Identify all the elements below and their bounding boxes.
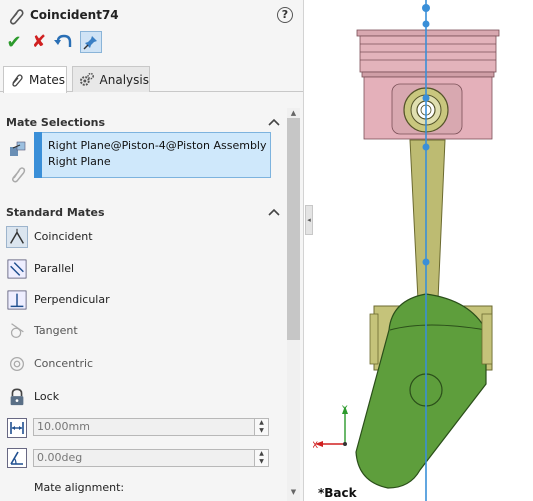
scroll-down-arrow[interactable]: ▼: [287, 487, 300, 497]
selection-item[interactable]: Right Plane: [48, 155, 111, 168]
view-orientation-label: *Back: [318, 486, 357, 500]
scroll-up-arrow[interactable]: ▲: [287, 108, 300, 118]
mate-label: Lock: [34, 390, 60, 403]
parallel-icon: [7, 259, 27, 279]
panel-collapse-handle[interactable]: ◂: [305, 205, 313, 235]
pin-button[interactable]: [80, 31, 102, 53]
angle-icon[interactable]: [7, 448, 27, 468]
mate-option-tangent[interactable]: Tangent: [6, 320, 266, 342]
mate-selection-icon: [10, 141, 26, 156]
distance-spinner[interactable]: ▲ ▼: [254, 419, 268, 435]
mate-option-parallel[interactable]: Parallel: [6, 258, 266, 280]
mate-label: Parallel: [34, 262, 75, 275]
paperclip-icon: [12, 74, 23, 87]
standard-mates-heading: Standard Mates: [6, 206, 105, 219]
concentric-icon: [10, 357, 24, 371]
tab-mates[interactable]: Mates: [3, 66, 67, 93]
page-title: Coincident74: [30, 8, 119, 22]
property-manager-panel: Coincident74 ? ✔ ✘ Mates Analysis Mate S…: [0, 0, 304, 501]
chevron-up-icon[interactable]: [268, 207, 280, 217]
distance-input[interactable]: 10.00mm ▲ ▼: [33, 418, 269, 436]
mate-label: Perpendicular: [34, 293, 110, 306]
mate-option-perpendicular[interactable]: Perpendicular: [6, 289, 266, 311]
scrollbar-thumb[interactable]: [287, 118, 300, 340]
piston-ring-land: [359, 35, 497, 73]
angle-spinner[interactable]: ▲ ▼: [254, 450, 268, 466]
chevron-up-icon[interactable]: [268, 117, 280, 127]
connecting-rod: [409, 139, 446, 301]
selection-accent-bar: [34, 132, 42, 178]
distance-icon[interactable]: [7, 418, 27, 438]
title-row: Coincident74 ?: [0, 0, 303, 30]
mate-option-concentric[interactable]: Concentric: [6, 353, 266, 375]
angle-input[interactable]: 0.00deg ▲ ▼: [33, 449, 269, 467]
cancel-button[interactable]: ✘: [28, 31, 50, 53]
mate-label: Tangent: [34, 324, 78, 337]
selection-item[interactable]: Right Plane@Piston-4@Piston Assembly: [48, 139, 267, 152]
tab-analysis[interactable]: Analysis: [72, 66, 150, 92]
lock-icon: [10, 388, 24, 406]
help-icon[interactable]: ?: [277, 7, 293, 23]
mate-option-coincident[interactable]: Coincident: [6, 226, 266, 248]
undo-button[interactable]: [53, 31, 75, 53]
axis-x-label: X: [313, 441, 318, 451]
plane-handle[interactable]: [422, 4, 430, 12]
mate-option-lock[interactable]: Lock: [6, 386, 266, 408]
tab-analysis-label: Analysis: [99, 72, 149, 87]
paperclip-gray-icon: [12, 167, 26, 183]
action-toolbar: ✔ ✘: [0, 31, 303, 57]
mate-label: Coincident: [34, 230, 93, 243]
mate-property-manager-window: Coincident74 ? ✔ ✘ Mates Analysis Mate S…: [0, 0, 533, 501]
graphics-area[interactable]: Y X *Back: [312, 0, 533, 501]
mate-label: Concentric: [34, 357, 94, 370]
distance-value: 10.00mm: [37, 420, 90, 433]
piston-assembly-model[interactable]: Y X: [312, 0, 533, 501]
angle-value: 0.00deg: [37, 451, 83, 464]
mate-alignment-label: Mate alignment:: [34, 481, 125, 494]
panel-tabs: Mates Analysis: [0, 66, 303, 93]
undo-icon: [54, 34, 72, 47]
coincident-icon: [6, 226, 28, 248]
plane-handle[interactable]: [422, 20, 430, 28]
perpendicular-icon: [7, 290, 27, 310]
axis-y-label: Y: [341, 405, 348, 415]
paperclip-icon: [9, 9, 24, 25]
ok-button[interactable]: ✔: [3, 31, 25, 53]
gears-icon: [79, 72, 94, 86]
tab-mates-label: Mates: [29, 73, 66, 87]
pushpin-icon: [83, 36, 97, 50]
mate-selections-heading: Mate Selections: [6, 116, 106, 129]
tangent-icon: [10, 323, 24, 338]
piston-crown: [356, 29, 500, 37]
